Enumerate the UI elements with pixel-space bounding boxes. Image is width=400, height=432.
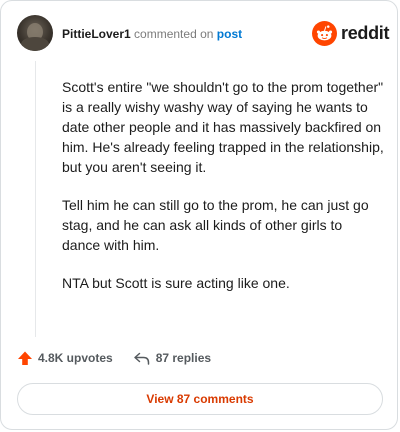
upvote-arrow-icon [18,351,32,365]
upvote-button[interactable]: 4.8K upvotes [17,350,113,366]
reply-arrow-icon [133,352,149,365]
username[interactable]: PittieLover1 [62,27,131,41]
reddit-snoo-icon [312,21,337,46]
user-avatar[interactable] [17,15,53,51]
comment-paragraph: Scott's entire "we shouldn't go to the p… [62,79,384,175]
reply-button[interactable]: 87 replies [133,350,211,366]
reddit-logo[interactable]: reddit [312,21,390,46]
post-link[interactable]: post [217,27,242,41]
view-comments-button[interactable]: View 87 comments [17,383,383,415]
reply-count: 87 replies [155,351,212,365]
thread-line [35,61,36,337]
action-bar: 4.8K upvotes 87 replies [17,350,211,366]
action-text: commented on [134,27,214,41]
upvote-count: 4.8K upvotes [38,351,113,365]
reddit-wordmark: reddit [341,23,390,43]
comment-paragraph: NTA but Scott is sure acting like one. [62,275,290,291]
comment-card: PittieLover1 commented on post reddit Sc… [0,0,398,430]
comment-header: PittieLover1 commented on post [62,27,242,41]
comment-paragraph: Tell him he can still go to the prom, he… [62,197,369,253]
comment-body: Scott's entire "we shouldn't go to the p… [62,77,384,311]
avatar-shoulders [21,37,49,51]
